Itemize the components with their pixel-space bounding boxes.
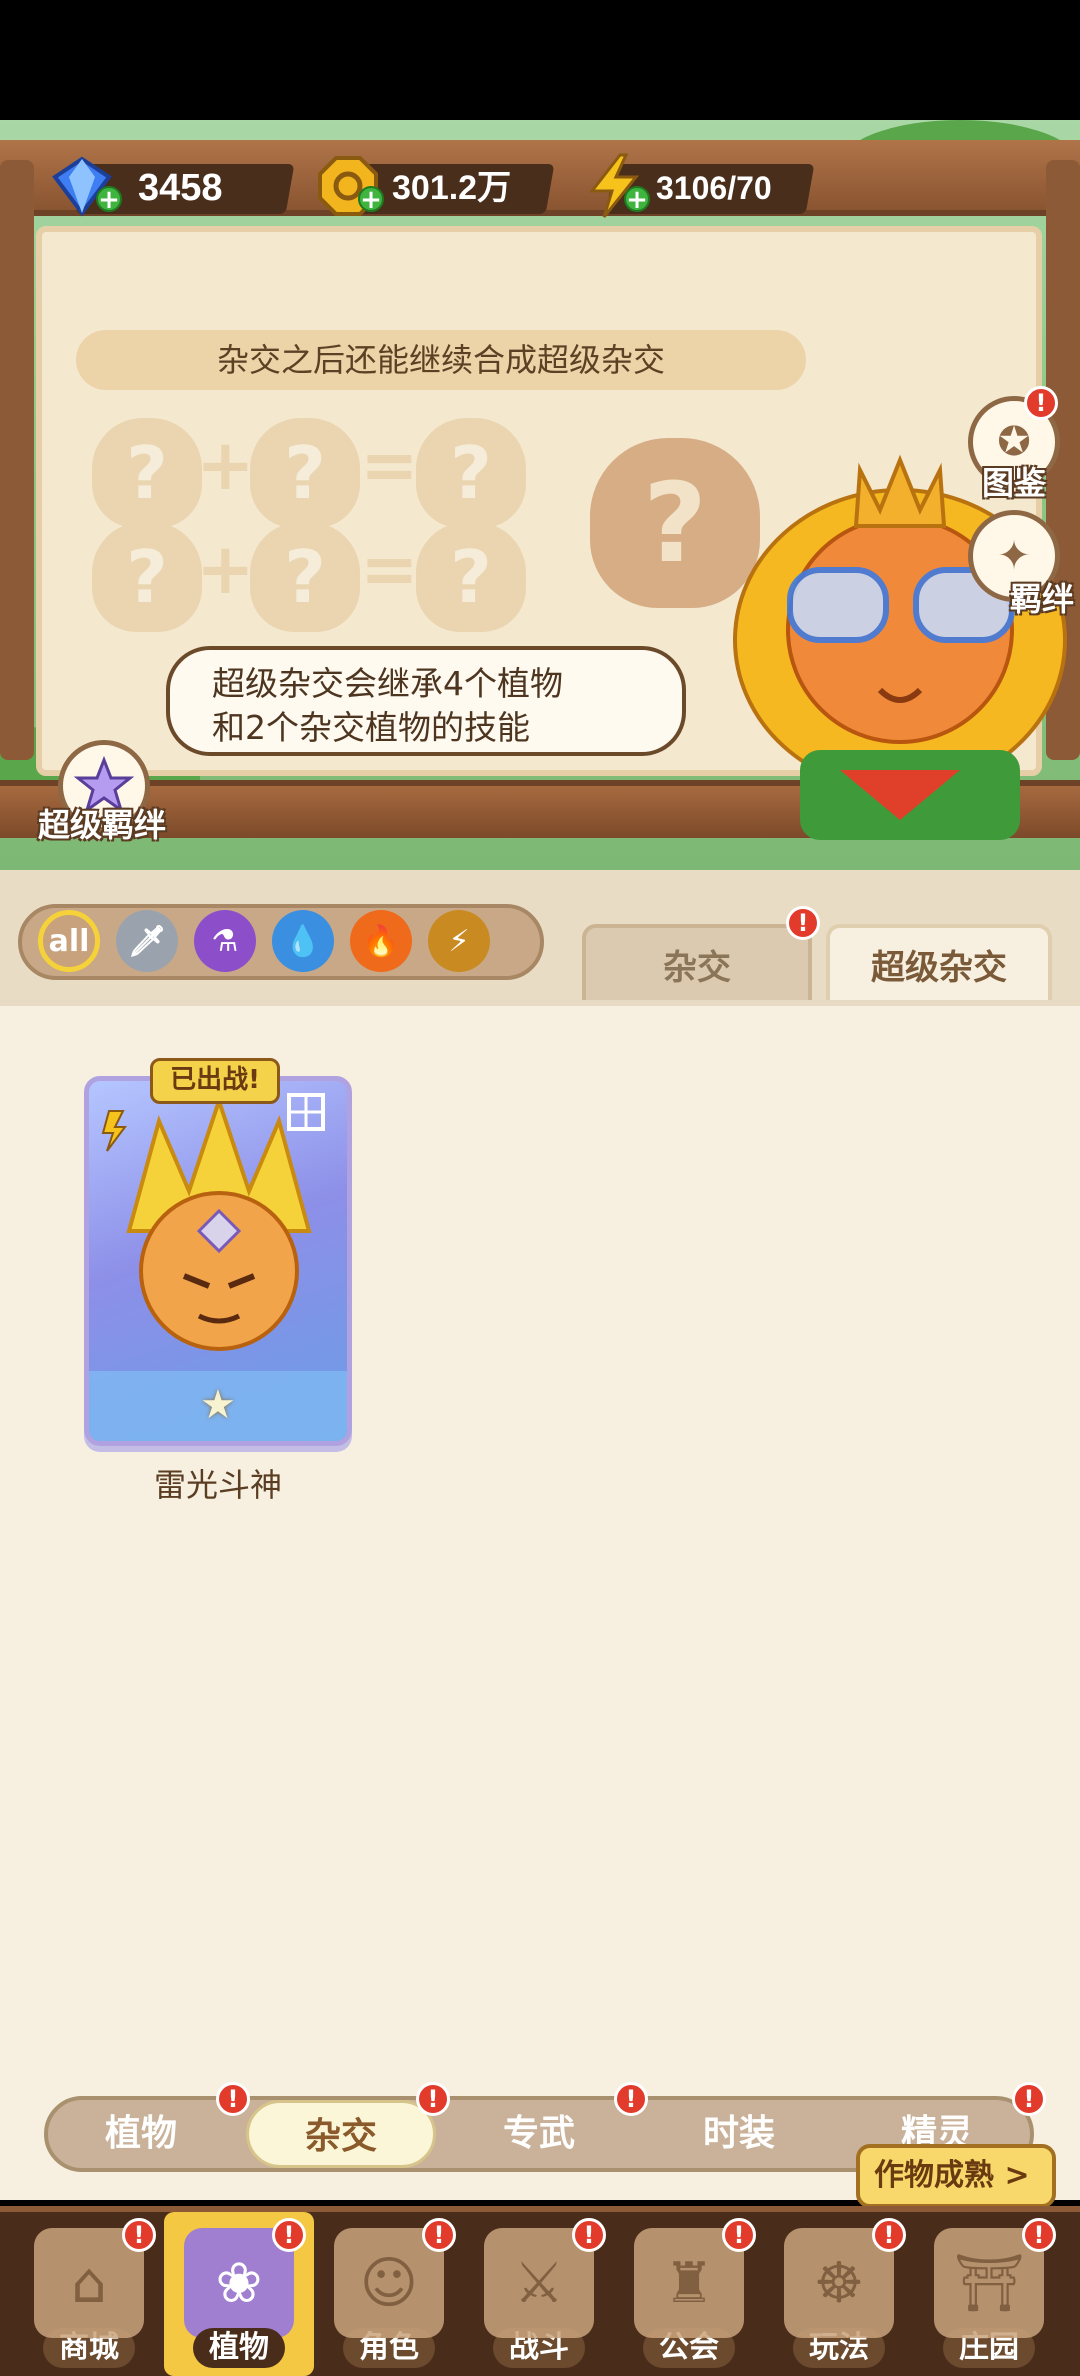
nav-manor[interactable]: ⛩ 庄园 ! <box>914 2212 1064 2376</box>
bond-star-icon: ✦ <box>997 533 1031 579</box>
coin-count: 301.2万 <box>392 169 512 207</box>
nav-shop[interactable]: ⌂ 商城 ! <box>14 2212 164 2376</box>
notification-badge: ! <box>872 2218 906 2252</box>
unknown-plant-icon: ? <box>92 522 202 632</box>
unknown-plant-icon: ? <box>416 522 526 632</box>
water-drop-icon[interactable]: 💧 <box>272 910 334 972</box>
category-plants[interactable]: 植物 <box>46 2100 236 2168</box>
lightning-icon[interactable]: ⚡ <box>428 910 490 972</box>
notification-badge: ! <box>422 2218 456 2252</box>
category-exclusive-weapon[interactable]: 专武 <box>444 2100 634 2168</box>
deployed-tag: 已出战! <box>150 1058 280 1104</box>
fire-icon[interactable]: 🔥 <box>350 910 412 972</box>
potion-icon[interactable]: ⚗ <box>194 910 256 972</box>
equals-icon: = <box>360 424 419 506</box>
category-costume[interactable]: 时装 <box>644 2100 834 2168</box>
equals-icon: = <box>360 528 419 610</box>
bond-label: 羁绊 <box>1010 580 1075 618</box>
sword-icon[interactable]: 🗡 <box>116 910 178 972</box>
notification-badge: ! <box>416 2082 450 2116</box>
notification-badge: ! <box>722 2218 756 2252</box>
nav-guild[interactable]: ♜ 公会 ! <box>614 2212 764 2376</box>
tab-super-hybrid[interactable]: 超级杂交 <box>826 924 1052 1004</box>
add-gems-icon[interactable]: + <box>96 186 122 213</box>
encyclopedia-label: 图鉴 <box>982 464 1047 502</box>
unknown-plant-icon: ? <box>416 418 526 528</box>
nav-plants[interactable]: ❀ 植物 ! <box>164 2212 314 2376</box>
gem-count: 3458 <box>138 167 223 209</box>
speech-bubble: 超级杂交会继承4个植物 和2个杂交植物的技能 <box>166 646 686 756</box>
notification-badge: ! <box>572 2218 606 2252</box>
notification-badge: ! <box>1022 2218 1056 2252</box>
nav-character[interactable]: ☺ 角色 ! <box>314 2212 464 2376</box>
bubble-line-1: 超级杂交会继承4个植物 <box>212 664 563 703</box>
tab-hybrid[interactable]: 杂交 <box>582 924 812 1004</box>
status-bar <box>0 0 1080 120</box>
notification-badge: ! <box>614 2082 648 2116</box>
add-energy-icon[interactable]: + <box>624 186 650 213</box>
nav-battle[interactable]: ⚔ 战斗 ! <box>464 2212 614 2376</box>
star-rating: ★ <box>200 1382 236 1428</box>
super-bond-label: 超级羁绊 <box>38 806 167 844</box>
notification-badge: ! <box>1012 2082 1046 2116</box>
nav-gameplay[interactable]: ☸ 玩法 ! <box>764 2212 914 2376</box>
add-coins-icon[interactable]: + <box>358 186 384 213</box>
unknown-plant-icon: ? <box>92 418 202 528</box>
notification-badge: ! <box>272 2218 306 2252</box>
notification-badge: ! <box>786 906 820 940</box>
unknown-plant-icon: ? <box>250 418 360 528</box>
bubble-line-2: 和2个杂交植物的技能 <box>212 708 530 747</box>
all-filter-icon[interactable]: all <box>38 910 100 972</box>
notification-badge: ! <box>216 2082 250 2116</box>
notification-badge: ! <box>1024 386 1058 420</box>
left-wood-post <box>0 160 34 760</box>
tip-band: 杂交之后还能继续合成超级杂交 <box>76 330 806 390</box>
nav-label: 植物 <box>193 2328 285 2368</box>
all-filter-label: all <box>48 923 90 959</box>
plant-name: 雷光斗神 <box>153 1466 282 1504</box>
crops-ripe-button[interactable]: 作物成熟 > <box>856 2144 1056 2208</box>
category-hybrid[interactable]: 杂交 <box>246 2100 436 2168</box>
unknown-plant-icon: ? <box>250 522 360 632</box>
notification-badge: ! <box>122 2218 156 2252</box>
plus-icon: + <box>196 528 255 610</box>
plus-icon: + <box>196 424 255 506</box>
energy-count: 3106/70 <box>656 170 772 206</box>
